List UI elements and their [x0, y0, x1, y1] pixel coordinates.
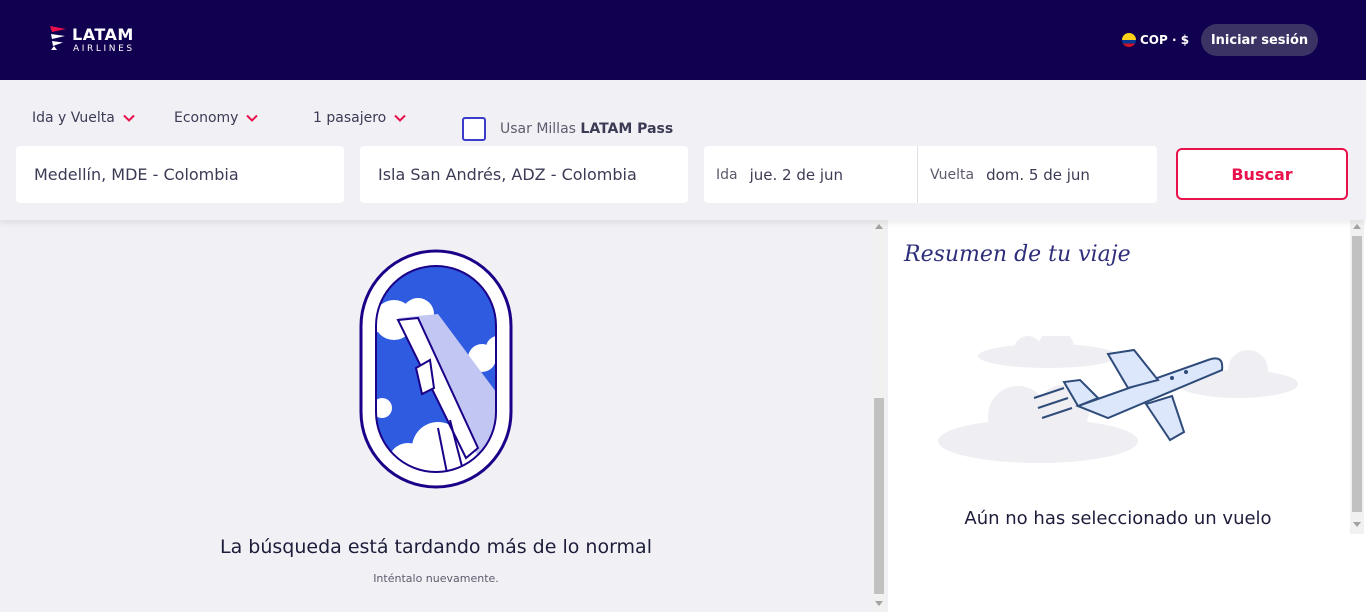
cabin-dropdown[interactable]: Economy	[174, 110, 260, 126]
summary-scrollbar[interactable]	[1350, 220, 1364, 534]
use-miles-option[interactable]: Usar Millas LATAM Pass	[462, 117, 673, 141]
login-button[interactable]: Iniciar sesión	[1201, 24, 1318, 56]
use-miles-checkbox[interactable]	[462, 117, 486, 141]
brand-subtitle: AIRLINES	[73, 44, 135, 54]
cabin-value: Economy	[174, 110, 239, 126]
trip-type-dropdown[interactable]: Ida y Vuelta	[32, 110, 137, 126]
airplane-window-illustration	[359, 249, 513, 489]
date-divider	[917, 146, 918, 203]
depart-date-label: Ida	[716, 166, 738, 183]
no-flight-selected-message: Aún no has seleccionado un vuelo	[964, 508, 1272, 529]
use-miles-label: Usar Millas LATAM Pass	[500, 121, 674, 137]
passengers-value: 1 pasajero	[313, 110, 387, 126]
origin-input[interactable]: Medellín, MDE - Colombia	[16, 146, 344, 203]
chevron-down-icon	[246, 114, 259, 122]
brand-name: LATAM	[72, 25, 134, 44]
results-area: La búsqueda está tardando más de lo norm…	[0, 220, 888, 612]
return-date-label: Vuelta	[930, 166, 975, 183]
airplane-takeoff-illustration	[938, 336, 1298, 463]
date-selector: Ida jue. 2 de jun Vuelta dom. 5 de jun	[704, 146, 1157, 203]
scroll-up-arrow-icon[interactable]	[875, 224, 883, 229]
depart-date-field[interactable]: Ida jue. 2 de jun	[716, 146, 843, 203]
results-scrollbar[interactable]	[872, 220, 886, 612]
flight-search-bar: Ida y Vuelta Economy 1 pasajero Usar Mil…	[0, 80, 1366, 220]
return-date-field[interactable]: Vuelta dom. 5 de jun	[930, 146, 1090, 203]
scrollbar-thumb[interactable]	[1352, 236, 1362, 512]
currency-selector[interactable]: COP · $	[1122, 30, 1189, 50]
scroll-down-arrow-icon[interactable]	[1353, 522, 1361, 527]
chevron-down-icon	[123, 114, 135, 122]
slow-search-message: La búsqueda está tardando más de lo norm…	[220, 536, 652, 558]
return-date-value: dom. 5 de jun	[986, 165, 1090, 184]
latam-logo[interactable]: LATAM AIRLINES	[48, 24, 158, 58]
trip-type-value: Ida y Vuelta	[32, 110, 115, 126]
depart-date-value: jue. 2 de jun	[749, 165, 844, 184]
latam-logo-icon	[50, 26, 66, 50]
trip-summary-panel: Resumen de tu viaje Aún no has seleccion…	[888, 220, 1366, 612]
top-header: LATAM AIRLINES COP · $ Iniciar sesión	[0, 0, 1366, 80]
trip-summary-title: Resumen de tu viaje	[904, 242, 1131, 267]
currency-label: COP · $	[1140, 33, 1190, 47]
search-button[interactable]: Buscar	[1176, 148, 1348, 200]
scroll-down-arrow-icon[interactable]	[875, 601, 883, 606]
scroll-up-arrow-icon[interactable]	[1353, 224, 1361, 229]
passengers-dropdown[interactable]: 1 pasajero	[313, 110, 408, 126]
colombia-flag-icon	[1122, 33, 1136, 47]
scrollbar-thumb[interactable]	[874, 398, 884, 594]
destination-input[interactable]: Isla San Andrés, ADZ - Colombia	[360, 146, 688, 203]
retry-hint: Inténtalo nuevamente.	[373, 572, 499, 585]
chevron-down-icon	[394, 114, 406, 122]
